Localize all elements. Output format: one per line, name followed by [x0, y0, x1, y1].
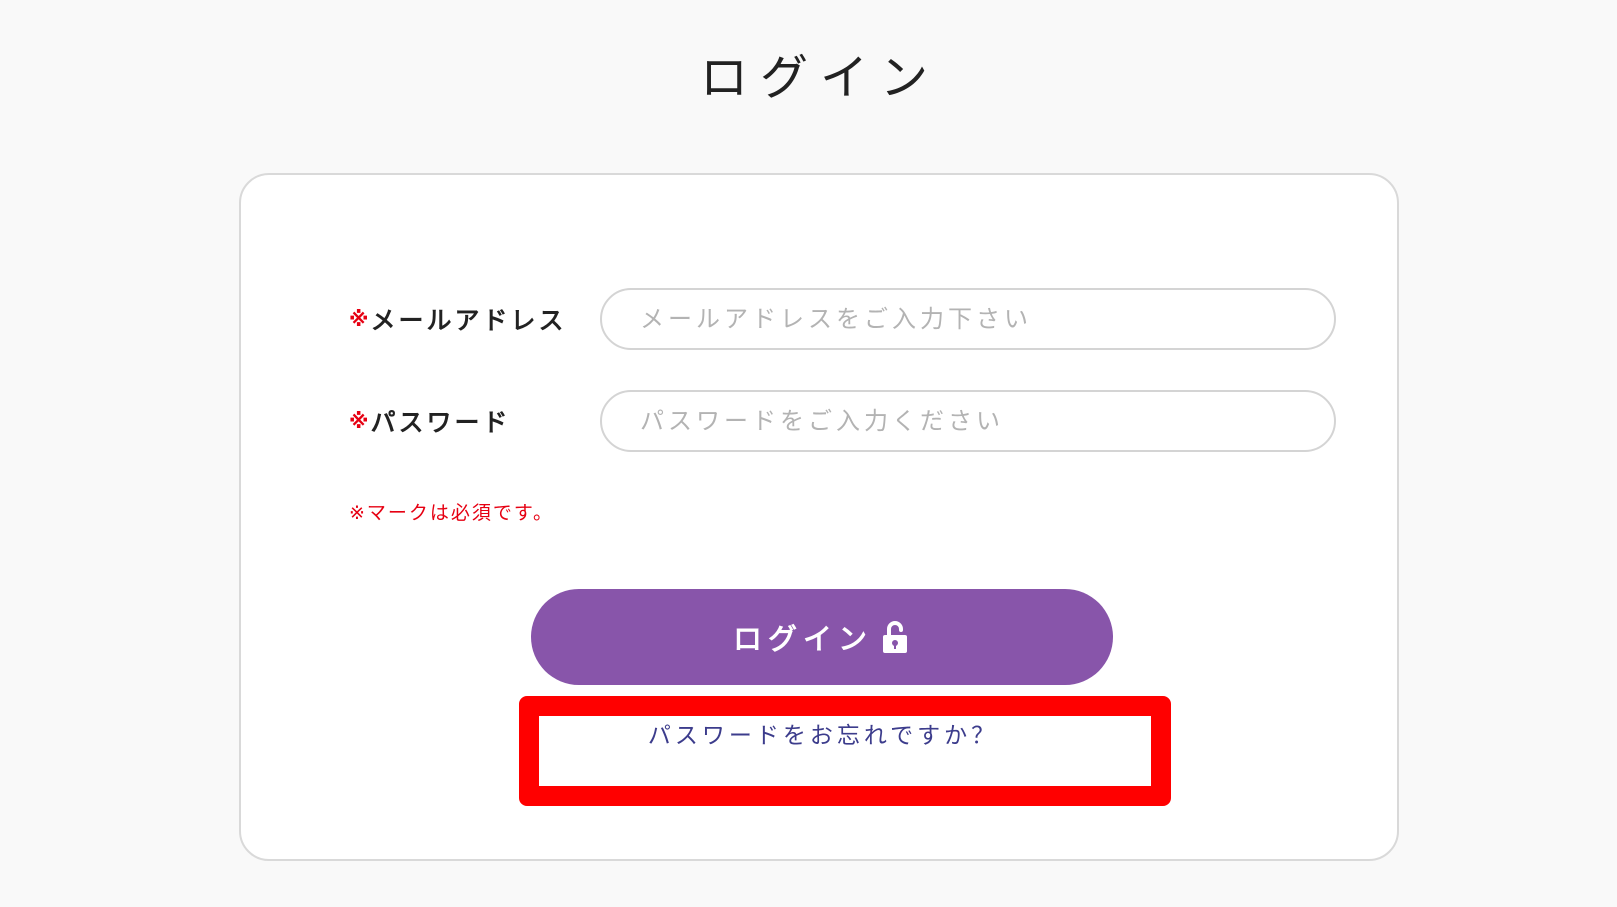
login-button-label: ログイン — [732, 622, 873, 656]
email-row: ※ メールアドレス — [349, 288, 1336, 350]
unlock-icon — [879, 620, 911, 654]
email-label-text: メールアドレス — [370, 306, 567, 335]
page-title: ログイン — [699, 50, 940, 106]
password-label-text: パスワード — [370, 408, 511, 437]
login-card: ※ メールアドレス ※ パスワード ※マークは必須です。 ログイン — [239, 173, 1399, 861]
required-mark: ※ — [349, 307, 369, 331]
login-button[interactable]: ログイン — [531, 589, 1113, 685]
required-mark: ※ — [349, 409, 369, 433]
login-page: ログイン ※ メールアドレス ※ パスワード ※マークは必須です。 ログイン — [0, 0, 1617, 907]
email-label: ※ メールアドレス — [349, 301, 600, 337]
password-label: ※ パスワード — [349, 403, 600, 439]
forgot-password-link[interactable]: パスワードをお忘れですか？ — [519, 716, 1127, 750]
required-note: ※マークは必須です。 — [349, 502, 555, 524]
email-input[interactable] — [600, 288, 1336, 350]
password-input[interactable] — [600, 390, 1336, 452]
highlight-box — [519, 696, 1171, 806]
password-row: ※ パスワード — [349, 390, 1336, 452]
